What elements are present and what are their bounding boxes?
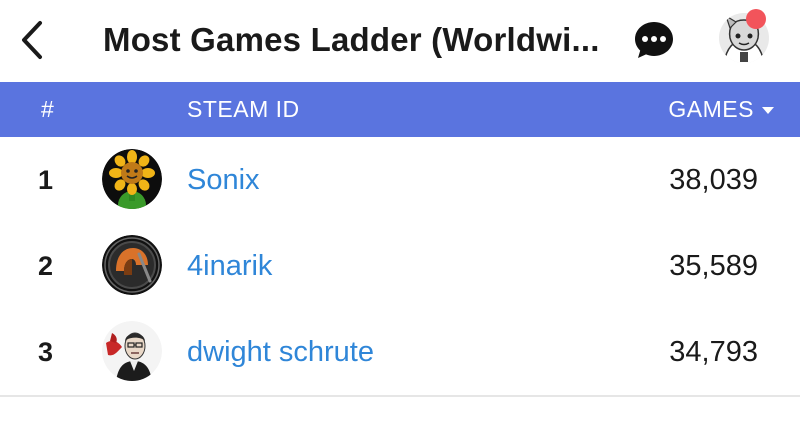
column-header-games-label: GAMES	[668, 96, 754, 122]
sunflower-avatar-icon	[102, 149, 162, 209]
orange-helmet-avatar-icon	[102, 235, 162, 295]
app-root: Most Games Ladder (Worldwi... # STEAM ID…	[0, 0, 800, 422]
games-count: 35,589	[669, 250, 758, 282]
chat-button[interactable]	[632, 18, 676, 62]
games-count: 38,039	[669, 164, 758, 196]
chat-bubble-icon	[635, 22, 673, 58]
steam-id-link[interactable]: Sonix	[187, 137, 260, 223]
column-header-games-sort[interactable]: GAMES	[668, 82, 774, 137]
rank-cell: 1	[38, 165, 54, 195]
table-row[interactable]: 1 Sonix 38,039	[0, 137, 800, 225]
portrait-avatar-icon	[102, 321, 162, 381]
column-header-rank: #	[41, 96, 55, 122]
rank-cell: 2	[38, 251, 54, 281]
steam-id-link[interactable]: 4inarik	[187, 223, 272, 309]
table-row[interactable]: 2 4inarik 35,589	[0, 223, 800, 311]
table-row[interactable]: 3 dwight schrute 34,793	[0, 309, 800, 397]
games-count: 34,793	[669, 336, 758, 368]
back-button[interactable]	[14, 18, 50, 62]
steam-id-link[interactable]: dwight schrute	[187, 309, 374, 395]
rank-cell: 3	[38, 337, 54, 367]
chevron-left-icon	[22, 21, 42, 59]
table-header: # STEAM ID GAMES	[0, 82, 800, 137]
notification-dot	[746, 9, 766, 29]
top-nav-bar: Most Games Ladder (Worldwi...	[0, 0, 800, 82]
page-title: Most Games Ladder (Worldwi...	[103, 21, 600, 58]
caret-down-icon	[762, 107, 774, 114]
column-header-steam-id: STEAM ID	[187, 96, 300, 122]
